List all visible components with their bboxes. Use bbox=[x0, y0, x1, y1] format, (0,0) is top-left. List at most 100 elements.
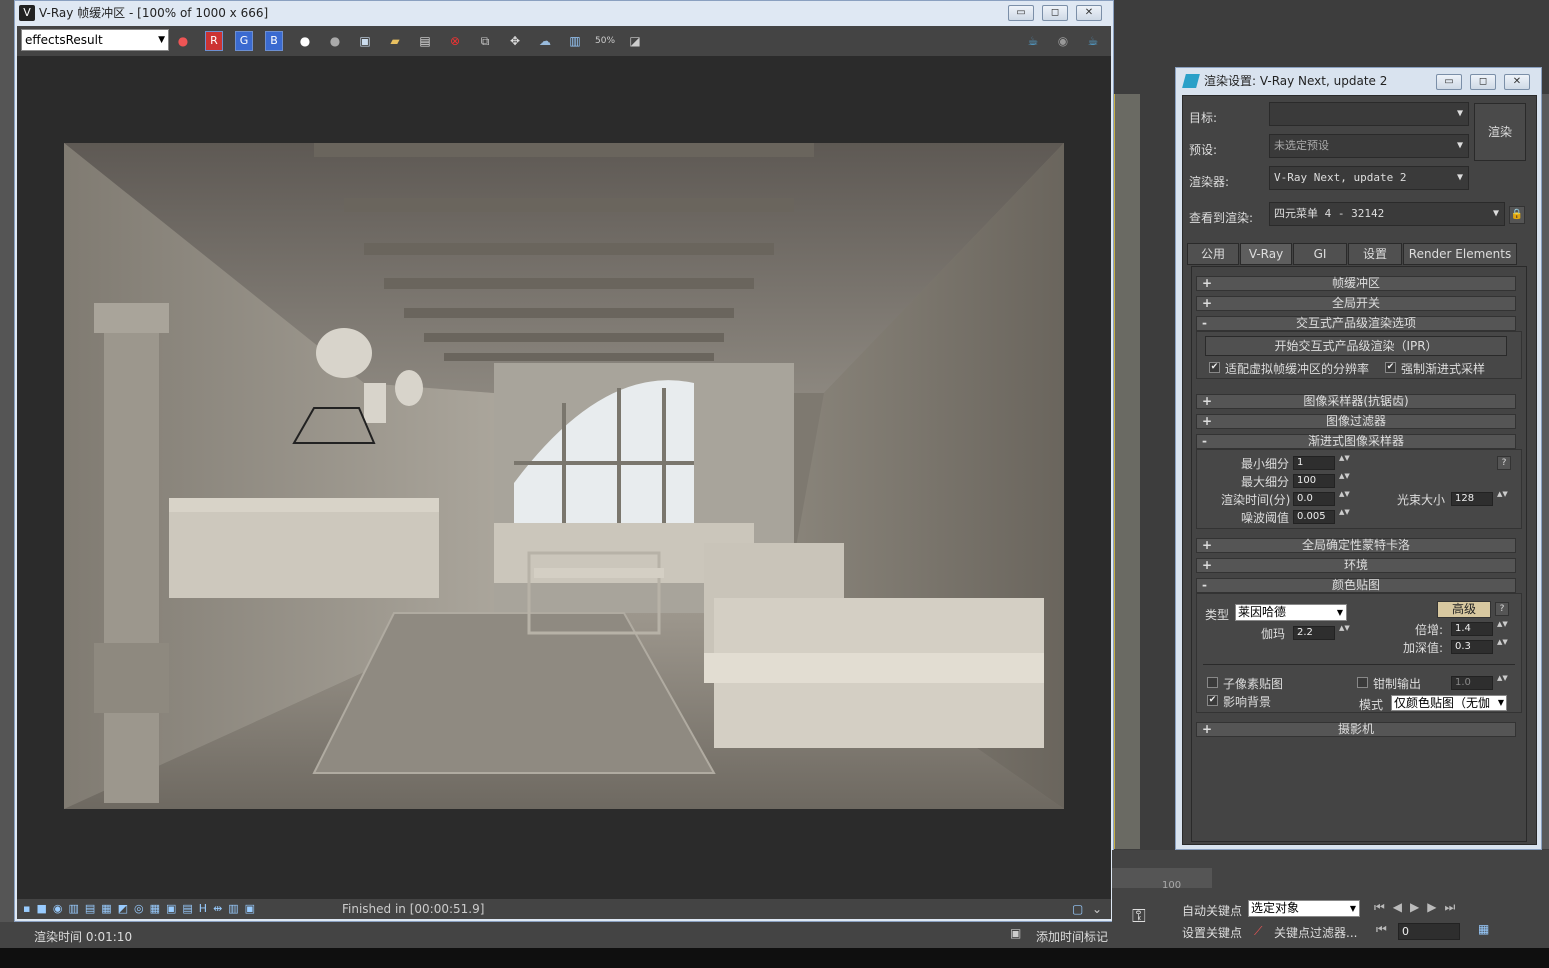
rendered-interior-image bbox=[64, 143, 1064, 809]
rollout-color-mapping[interactable]: - 颜色贴图 bbox=[1196, 578, 1516, 593]
color-picker-icon[interactable]: ● bbox=[173, 31, 193, 51]
panel-toggle-icon[interactable]: ▢ bbox=[1072, 899, 1083, 919]
timeline-ruler[interactable]: 100 bbox=[1112, 868, 1212, 891]
expand-icon[interactable]: ⌄ bbox=[1092, 899, 1102, 919]
rollout-frame-buffer[interactable]: + 帧缓冲区 bbox=[1196, 276, 1516, 291]
renderer-label: 渲染器: bbox=[1189, 175, 1230, 189]
noise-threshold-input[interactable]: 0.005 bbox=[1293, 510, 1335, 524]
rs-close-button[interactable]: ✕ bbox=[1504, 74, 1530, 90]
multiplier-input[interactable]: 1.4 bbox=[1451, 622, 1493, 636]
alpha-channel-icon[interactable]: ● bbox=[295, 31, 315, 51]
track-mouse-icon[interactable]: ✥ bbox=[505, 31, 525, 51]
time-config-icon[interactable]: ▦ bbox=[1478, 922, 1489, 936]
green-channel-button[interactable]: G bbox=[235, 31, 253, 51]
multiplier-spinner[interactable]: ▲▼ bbox=[1497, 621, 1508, 637]
lock-icon[interactable]: 🔒 bbox=[1509, 206, 1525, 224]
key-filters-button[interactable]: 关键点过滤器... bbox=[1274, 924, 1357, 941]
vfb-canvas[interactable] bbox=[17, 56, 1111, 899]
ipr-force-label: 强制渐进式采样 bbox=[1401, 362, 1486, 376]
ipr-fit-checkbox[interactable]: ✔ bbox=[1209, 362, 1220, 373]
render-button[interactable]: 渲染 bbox=[1474, 103, 1526, 161]
key-filter-icon[interactable]: ⟋ bbox=[1254, 924, 1262, 939]
mode-dropdown[interactable]: 仅颜色贴图（无伽 ▼ bbox=[1391, 695, 1507, 711]
render-options-icon[interactable]: ◪ bbox=[625, 31, 645, 51]
status-icons[interactable]: ▪■◉▥▤▦◩◎▦▣▤H⇹▥▣ bbox=[23, 899, 261, 919]
add-time-tag-button[interactable]: 添加时间标记 bbox=[1036, 928, 1108, 945]
affect-bg-checkbox[interactable]: ✔ bbox=[1207, 695, 1218, 706]
maximize-button[interactable]: ◻ bbox=[1042, 5, 1068, 21]
clamp-value-input[interactable]: 1.0 bbox=[1451, 676, 1493, 690]
ipr-icon[interactable]: ◉ bbox=[1053, 31, 1073, 51]
gamma-input[interactable]: 2.2 bbox=[1293, 626, 1335, 640]
tab-render-elements[interactable]: Render Elements bbox=[1403, 243, 1517, 265]
time-tag-icon[interactable]: ▣ bbox=[1010, 926, 1021, 940]
color-mapping-help-button[interactable]: ? bbox=[1495, 602, 1509, 616]
frame-back-icon[interactable]: ⏮ bbox=[1376, 922, 1387, 937]
ipr-group: 开始交互式产品级渲染（IPR） ✔ 适配虚拟帧缓冲区的分辨率 ✔ 强制渐进式采样 bbox=[1196, 331, 1522, 379]
link-viewport-icon[interactable]: ▥ bbox=[565, 31, 585, 51]
selection-dropdown[interactable]: 选定对象 ▼ bbox=[1248, 900, 1360, 917]
ipr-force-checkbox[interactable]: ✔ bbox=[1385, 362, 1396, 373]
teapot-render-icon[interactable]: ☕ bbox=[1023, 31, 1043, 51]
render-time-input[interactable]: 0.0 bbox=[1293, 492, 1335, 506]
preset-dropdown[interactable]: 未选定预设 ▼ bbox=[1269, 134, 1469, 158]
set-key-button[interactable]: 设置关键点 bbox=[1182, 924, 1242, 941]
burn-input[interactable]: 0.3 bbox=[1451, 640, 1493, 654]
burn-spinner[interactable]: ▲▼ bbox=[1497, 639, 1508, 655]
tab-settings[interactable]: 设置 bbox=[1348, 243, 1402, 265]
tab-common[interactable]: 公用 bbox=[1187, 243, 1239, 265]
auto-key-button[interactable]: 自动关键点 bbox=[1182, 902, 1242, 919]
renderer-dropdown[interactable]: V-Ray Next, update 2 ▼ bbox=[1269, 166, 1469, 190]
duplicate-to-mtl-icon[interactable]: ⧉ bbox=[475, 31, 495, 51]
teapot-ipr-icon[interactable]: ☕ bbox=[1083, 31, 1103, 51]
rollout-environment[interactable]: + 环境 bbox=[1196, 558, 1516, 573]
view-to-render-dropdown[interactable]: 四元菜单 4 - 32142 ▼ bbox=[1269, 202, 1505, 226]
tab-gi[interactable]: GI bbox=[1293, 243, 1347, 265]
bundle-size-label: 光束大小 bbox=[1397, 493, 1446, 507]
noise-threshold-spinner[interactable]: ▲▼ bbox=[1339, 509, 1350, 525]
rollout-global-switches[interactable]: + 全局开关 bbox=[1196, 296, 1516, 311]
animation-controls-row2: 设置关键点 ⟋ 关键点过滤器... ⏮ 0 ▦ bbox=[1112, 922, 1549, 948]
tab-vray[interactable]: V-Ray bbox=[1240, 243, 1292, 265]
render-time-spinner[interactable]: ▲▼ bbox=[1339, 491, 1350, 507]
blue-channel-button[interactable]: B bbox=[265, 31, 283, 51]
gamma-spinner[interactable]: ▲▼ bbox=[1339, 625, 1350, 641]
clear-image-icon[interactable]: ▤ bbox=[415, 31, 435, 51]
clamp-checkbox[interactable] bbox=[1357, 677, 1368, 688]
red-channel-button[interactable]: R bbox=[205, 31, 223, 51]
channel-select[interactable]: effectsResult ▼ bbox=[21, 29, 169, 51]
close-button[interactable]: ✕ bbox=[1076, 5, 1102, 21]
subpixel-checkbox[interactable] bbox=[1207, 677, 1218, 688]
mono-channel-icon[interactable]: ● bbox=[325, 31, 345, 51]
progressive-help-button[interactable]: ? bbox=[1497, 456, 1511, 470]
bundle-size-spinner[interactable]: ▲▼ bbox=[1497, 491, 1508, 507]
min-subdivs-input[interactable]: 1 bbox=[1293, 456, 1335, 470]
min-subdivs-spinner[interactable]: ▲▼ bbox=[1339, 455, 1350, 471]
rollout-ipr[interactable]: - 交互式产品级渲染选项 bbox=[1196, 316, 1516, 331]
viewport-edge[interactable] bbox=[1114, 94, 1140, 849]
clamp-spinner[interactable]: ▲▼ bbox=[1497, 675, 1508, 691]
target-dropdown[interactable]: ▼ bbox=[1269, 102, 1469, 126]
save-image-icon[interactable]: ▣ bbox=[355, 31, 375, 51]
max-subdivs-input[interactable]: 100 bbox=[1293, 474, 1335, 488]
start-ipr-button[interactable]: 开始交互式产品级渲染（IPR） bbox=[1205, 336, 1507, 356]
rollout-image-filter[interactable]: + 图像过滤器 bbox=[1196, 414, 1516, 429]
rollout-camera[interactable]: + 摄影机 bbox=[1196, 722, 1516, 737]
max-subdivs-spinner[interactable]: ▲▼ bbox=[1339, 473, 1350, 489]
mapping-type-dropdown[interactable]: 莱因哈德 ▼ bbox=[1235, 604, 1347, 621]
rs-minimize-button[interactable]: ▭ bbox=[1436, 74, 1462, 90]
stop-render-icon[interactable]: ⊗ bbox=[445, 31, 465, 51]
rollout-image-sampler[interactable]: + 图像采样器(抗锯齿) bbox=[1196, 394, 1516, 409]
advanced-button[interactable]: 高级 bbox=[1437, 601, 1491, 618]
bundle-size-input[interactable]: 128 bbox=[1451, 492, 1493, 506]
zoom-50-icon[interactable]: 50% bbox=[595, 31, 615, 51]
load-image-icon[interactable]: ▰ bbox=[385, 31, 405, 51]
render-region-icon[interactable]: ☁ bbox=[535, 31, 555, 51]
subpixel-label: 子像素贴图 bbox=[1223, 677, 1284, 691]
rollout-progressive[interactable]: - 渐进式图像采样器 bbox=[1196, 434, 1516, 449]
minimize-button[interactable]: ▭ bbox=[1008, 5, 1034, 21]
rollout-global-dmc[interactable]: + 全局确定性蒙特卡洛 bbox=[1196, 538, 1516, 553]
playback-controls[interactable]: ⏮◀▶▶⏭ bbox=[1374, 900, 1463, 915]
rs-maximize-button[interactable]: ◻ bbox=[1470, 74, 1496, 90]
current-frame-input[interactable]: 0 bbox=[1398, 923, 1460, 940]
